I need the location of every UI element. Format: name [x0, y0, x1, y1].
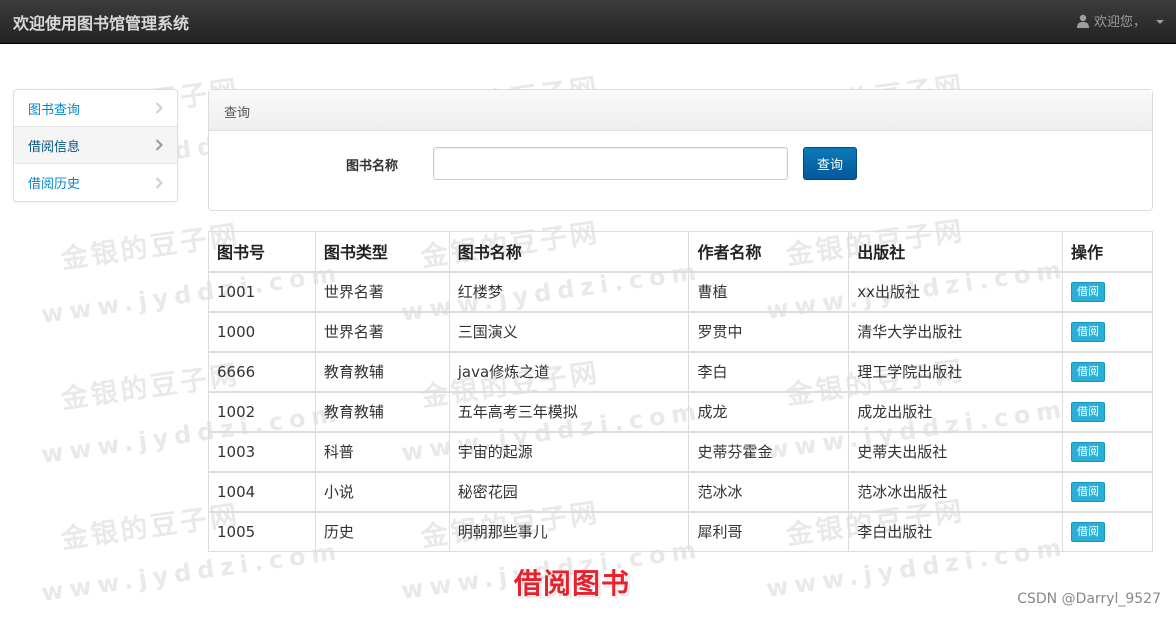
cell-book-id: 1005: [208, 510, 316, 552]
cell-book-type: 小说: [314, 470, 450, 512]
cell-author: 史蒂芬霍金: [688, 430, 850, 472]
top-navbar: 欢迎使用图书馆管理系统 欢迎您，: [0, 0, 1176, 44]
table-header-row: 图书号 图书类型 图书名称 作者名称 出版社 操作: [208, 231, 1153, 272]
cell-book-name: 红楼梦: [448, 270, 690, 312]
borrow-button[interactable]: 借阅: [1071, 282, 1106, 302]
borrow-button[interactable]: 借阅: [1071, 522, 1106, 543]
cell-book-type: 世界名著: [314, 270, 450, 312]
cell-author: 成龙: [688, 390, 850, 432]
borrow-button[interactable]: 借阅: [1071, 442, 1106, 462]
cell-action: 借阅: [1062, 350, 1153, 392]
table-row: 1001 世界名著 红楼梦 曹植 xx出版社 借阅: [208, 270, 1153, 312]
cell-book-id: 1000: [208, 310, 316, 352]
cell-book-id: 1004: [208, 470, 316, 512]
table-row: 1003 科普 宇宙的起源 史蒂芬霍金 史蒂夫出版社 借阅: [208, 430, 1153, 472]
sidebar-item-book-search[interactable]: 图书查询: [14, 90, 177, 127]
sidebar-item-label: 借阅历史: [28, 177, 81, 192]
cell-book-name: 五年高考三年模拟: [448, 390, 690, 432]
cell-action: 借阅: [1062, 270, 1153, 312]
sidebar-item-label: 图书查询: [28, 102, 81, 118]
user-greeting: 欢迎您，: [1093, 15, 1146, 30]
cell-book-id: 6666: [208, 350, 316, 392]
chevron-right-icon: [155, 176, 163, 189]
cell-action: 借阅: [1062, 470, 1153, 512]
cell-author: 李白: [688, 350, 850, 392]
cell-action: 借阅: [1062, 310, 1153, 352]
cell-book-type: 教育教辅: [314, 350, 450, 392]
borrow-button[interactable]: 借阅: [1071, 402, 1106, 422]
cell-book-name: 三国演义: [448, 310, 690, 352]
book-table: 图书号 图书类型 图书名称 作者名称 出版社 操作 1001 世界名著 红楼梦 …: [208, 231, 1153, 552]
cell-publisher: xx出版社: [848, 270, 1064, 312]
user-menu[interactable]: 欢迎您，: [1076, 11, 1164, 30]
credit-watermark: CSDN @Darryl_9527: [1017, 591, 1161, 607]
cell-publisher: 成龙出版社: [848, 390, 1064, 432]
column-header: 出版社: [848, 231, 1064, 272]
cell-book-type: 世界名著: [314, 310, 450, 352]
cell-book-type: 科普: [314, 430, 450, 472]
cell-book-name: 明朝那些事儿: [448, 510, 690, 552]
borrow-button[interactable]: 借阅: [1071, 362, 1106, 382]
cell-book-id: 1003: [208, 430, 316, 472]
caret-down-icon: [1156, 19, 1164, 24]
borrow-button[interactable]: 借阅: [1071, 482, 1106, 502]
cell-book-id: 1002: [208, 390, 316, 432]
book-name-input[interactable]: [433, 147, 788, 180]
table-row: 1002 教育教辅 五年高考三年模拟 成龙 成龙出版社 借阅: [208, 390, 1153, 432]
chevron-right-icon: [155, 139, 163, 151]
cell-book-id: 1001: [208, 270, 316, 312]
cell-publisher: 李白出版社: [848, 510, 1064, 552]
cell-book-type: 历史: [314, 510, 450, 552]
sidebar-item-borrow-history[interactable]: 借阅历史: [14, 164, 177, 201]
cell-author: 曹植: [688, 270, 850, 312]
app-title: 欢迎使用图书馆管理系统: [13, 14, 190, 33]
cell-book-name: 秘密花园: [448, 470, 690, 512]
cell-book-name: java修炼之道: [448, 350, 690, 392]
table-row: 6666 教育教辅 java修炼之道 李白 理工学院出版社 借阅: [208, 350, 1153, 392]
table-row: 1000 世界名著 三国演义 罗贯中 清华大学出版社 借阅: [208, 310, 1153, 352]
cell-publisher: 史蒂夫出版社: [848, 430, 1064, 472]
search-button[interactable]: 查询: [803, 147, 857, 180]
sidebar-nav: 图书查询 借阅信息 借阅历史: [13, 89, 178, 202]
column-header: 作者名称: [688, 231, 850, 272]
book-name-label: 图书名称: [346, 159, 399, 174]
cell-book-name: 宇宙的起源: [448, 430, 690, 472]
image-caption: 借阅图书: [514, 567, 631, 600]
user-icon: [1076, 14, 1089, 28]
panel-heading: 查询: [209, 90, 1152, 131]
table-row: 1004 小说 秘密花园 范冰冰 范冰冰出版社 借阅: [208, 470, 1153, 512]
cell-book-type: 教育教辅: [314, 390, 450, 432]
cell-action: 借阅: [1062, 390, 1153, 432]
sidebar-item-borrow-info[interactable]: 借阅信息: [14, 127, 177, 164]
cell-action: 借阅: [1062, 510, 1153, 552]
cell-publisher: 理工学院出版社: [848, 350, 1064, 392]
column-header: 操作: [1062, 231, 1153, 272]
cell-publisher: 范冰冰出版社: [848, 470, 1064, 512]
cell-author: 范冰冰: [688, 470, 850, 512]
column-header: 图书号: [208, 231, 316, 272]
cell-action: 借阅: [1062, 430, 1153, 472]
sidebar-item-label: 借阅信息: [28, 139, 81, 155]
query-panel: 查询 图书名称 查询: [208, 89, 1153, 211]
cell-publisher: 清华大学出版社: [848, 310, 1064, 352]
column-header: 图书名称: [448, 231, 690, 272]
cell-author: 罗贯中: [688, 310, 850, 352]
column-header: 图书类型: [314, 231, 450, 272]
chevron-right-icon: [155, 102, 163, 114]
table-row: 1005 历史 明朝那些事儿 犀利哥 李白出版社 借阅: [208, 510, 1153, 552]
cell-author: 犀利哥: [688, 510, 850, 552]
borrow-button[interactable]: 借阅: [1071, 322, 1106, 342]
